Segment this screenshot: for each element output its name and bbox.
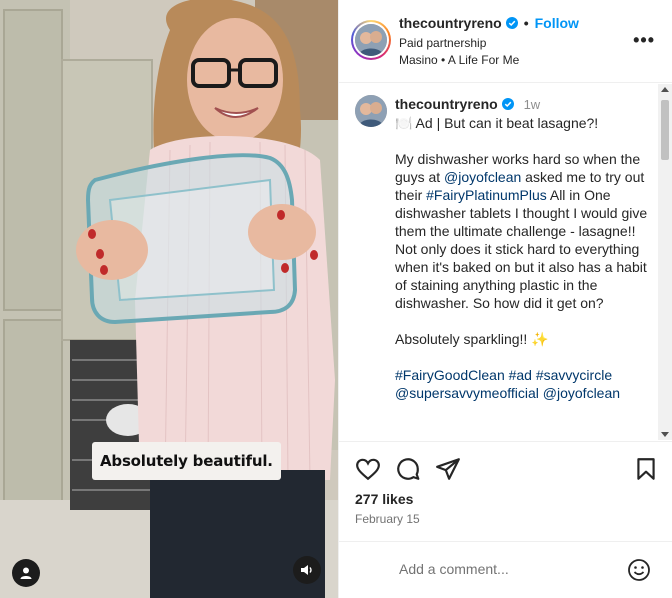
heart-icon[interactable] [355, 456, 381, 482]
bookmark-icon[interactable] [633, 456, 659, 482]
caption-timestamp[interactable]: 1w [524, 97, 541, 112]
comment-icon[interactable] [395, 456, 421, 482]
comment-input[interactable]: Add a comment... [399, 561, 509, 577]
post-video-frame [0, 0, 338, 598]
caption-paragraph-1: My dishwasher works hard so when the guy… [395, 150, 657, 312]
likes-count[interactable]: 277 likes [355, 491, 413, 507]
author-username[interactable]: thecountryreno [399, 15, 502, 31]
audio-track-link[interactable]: Masino • A Life For Me [399, 53, 519, 67]
sound-toggle-button[interactable] [293, 556, 321, 584]
hashtags-line[interactable]: #FairyGoodClean #ad #savvycircle [395, 366, 657, 384]
paid-partnership-label[interactable]: Paid partnership [399, 36, 486, 50]
emoji-icon[interactable] [627, 558, 651, 582]
add-comment-bar: Add a comment... [339, 541, 672, 598]
caption-username-row: thecountryreno [395, 95, 514, 113]
sound-icon [301, 565, 312, 575]
caption-text: All in One dishwasher tablets I thought … [395, 187, 648, 311]
scroll-down-arrow[interactable] [661, 432, 669, 437]
post-actions: 277 likes February 15 [339, 441, 672, 541]
mention-link[interactable]: @joyofclean [444, 169, 521, 185]
separator-dot: • [523, 15, 529, 31]
caption-body: thecountryreno 1w 🍽️ Ad | But can it bea… [395, 95, 657, 402]
video-caption-overlay: Absolutely beautiful. [92, 442, 281, 480]
post-header: thecountryreno • Follow Paid partnership… [339, 0, 672, 83]
scroll-thumb[interactable] [661, 100, 669, 160]
user-tag-icon [20, 567, 32, 579]
caption-username[interactable]: thecountryreno [395, 95, 498, 113]
caption-paragraph-2: Absolutely sparkling!! ✨ [395, 331, 549, 347]
caption-line-1: 🍽️ Ad | But can it beat lasagne?! [395, 115, 599, 131]
post-media[interactable]: Absolutely beautiful. [0, 0, 338, 598]
share-icon[interactable] [435, 456, 461, 482]
caption-section: thecountryreno 1w 🍽️ Ad | But can it bea… [339, 84, 672, 440]
author-avatar[interactable] [351, 20, 391, 60]
follow-button[interactable]: Follow [535, 15, 579, 31]
header-username-row: thecountryreno • Follow [399, 15, 579, 31]
tagged-users-button[interactable] [12, 559, 40, 587]
verified-icon [501, 98, 514, 110]
caption-author-avatar[interactable] [355, 95, 387, 127]
mentions-line[interactable]: @supersavvymeofficial @joyofclean [395, 384, 657, 402]
hashtag-link[interactable]: #FairyPlatinumPlus [426, 187, 547, 203]
post-date[interactable]: February 15 [355, 512, 420, 526]
post-details-panel: thecountryreno • Follow Paid partnership… [338, 0, 672, 598]
verified-icon [505, 17, 518, 29]
caption-scrollbar[interactable] [658, 84, 672, 440]
more-options-icon[interactable]: ••• [633, 30, 655, 51]
scroll-up-arrow[interactable] [661, 87, 669, 92]
